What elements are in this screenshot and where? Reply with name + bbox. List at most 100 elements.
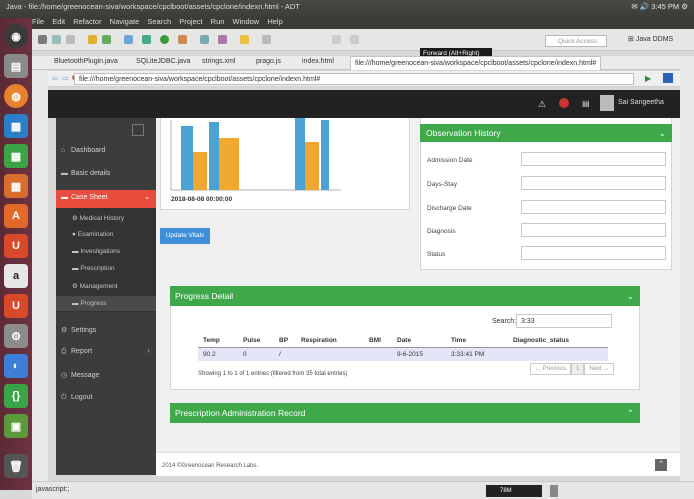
tab-sqlitejdbc[interactable]: SQLiteJDBC.java [136,58,190,65]
column-header[interactable]: BP [274,334,296,348]
tab-prago-js[interactable]: prago.js [256,58,281,65]
column-header[interactable]: Temp [198,334,238,348]
scroll-to-top-button[interactable]: ⌃ [655,459,667,471]
open-external-icon[interactable] [663,73,673,83]
avd-icon[interactable] [102,35,111,44]
progress-detail-header[interactable]: Progress Detail ⌄ [170,286,640,306]
search-input[interactable]: 3:33 [516,314,612,328]
admission-date-field[interactable] [521,152,666,166]
previous-page-button[interactable]: ← Previous [530,363,572,375]
menu-project[interactable]: Project [179,17,202,26]
tab-strings-xml[interactable]: strings.xml [202,58,235,65]
menu-search[interactable]: Search [147,17,171,26]
clock-time[interactable]: 3:45 PM [651,2,679,11]
sidebar-item-message[interactable]: ◷ Message [56,371,156,379]
user-name[interactable]: Sai Sangeetha [618,99,664,106]
diagnosis-field[interactable] [521,223,666,237]
new-icon[interactable] [38,35,47,44]
android-sdk-icon[interactable] [88,35,97,44]
ubuntu-one-music-icon[interactable]: U [4,294,28,318]
save-icon[interactable] [52,35,61,44]
status-field[interactable] [521,246,666,260]
files-icon[interactable]: ▤ [4,54,28,78]
dash-icon[interactable]: ◉ [4,24,28,48]
tab-index-html[interactable]: index.html [302,58,334,65]
external-tools-icon[interactable] [178,35,187,44]
url-input[interactable]: file:///home/greenocean-siva/workspace/c… [74,73,634,85]
column-header[interactable]: BMI [364,334,392,348]
open-type-icon[interactable] [218,35,227,44]
table-row[interactable]: 90.2 0 / 9-6-2015 3:33:41 PM [198,347,608,361]
chevron-up-icon[interactable]: ⌃ [627,403,634,423]
annotation-icon[interactable] [262,35,271,44]
garbage-collect-icon[interactable] [550,485,558,497]
menu-help[interactable]: Help [267,17,282,26]
memory-indicator[interactable]: 78M [486,485,542,497]
debug-icon[interactable] [142,35,151,44]
forward-arrow-icon[interactable]: ⇨ [62,74,69,83]
brackets-icon[interactable]: {} [4,384,28,408]
column-header[interactable]: Time [446,334,508,348]
sidebar-item-medical-history[interactable]: ⚙ Medical History [56,214,156,222]
sidebar-item-management[interactable]: ⚙ Management [56,282,156,290]
volume-icon[interactable]: 🔊 [640,2,649,11]
back-arrow-icon[interactable]: ⇦ [52,74,59,83]
menu-run[interactable]: Run [211,17,225,26]
sidebar-item-settings[interactable]: ⚙ Settings [56,326,156,334]
tab-bluetoothplugin[interactable]: BluetoothPlugin.java [54,58,118,65]
menu-window[interactable]: Window [233,17,260,26]
sidebar-item-investigations[interactable]: ▬ Investigations [56,248,156,255]
sidebar-item-report[interactable]: ⎙ Report ‹ [56,348,156,356]
next-page-button[interactable]: Next → [584,363,615,375]
forward-icon[interactable] [350,35,359,44]
column-header[interactable]: Date [392,334,446,348]
sidebar-item-basic-details[interactable]: ▬ Basic details [56,170,156,177]
go-icon[interactable]: ▶ [645,74,651,83]
menu-refactor[interactable]: Refactor [73,17,101,26]
run-icon[interactable] [160,35,169,44]
sidebar-item-prescription[interactable]: ▬ Prescription [56,265,156,272]
observation-history-header[interactable]: Observation History ⌄ [420,124,672,142]
impress-icon[interactable]: ▦ [4,174,28,198]
days-stay-field[interactable] [521,176,666,190]
amazon-icon[interactable]: a [4,264,28,288]
tab-indexn-html[interactable]: file:///home/greenocean-siva/workspace/c… [350,56,602,70]
menu-navigate[interactable]: Navigate [110,17,140,26]
notification-badge[interactable] [559,98,569,108]
avatar[interactable] [600,95,614,111]
page-1-button[interactable]: 1 [571,363,585,375]
writer-icon[interactable]: ▦ [4,114,28,138]
back-icon[interactable] [332,35,341,44]
sidebar-item-dashboard[interactable]: ⌂ Dashboard [56,147,156,154]
sidebar-item-examination[interactable]: ● Examination [56,231,156,238]
discharge-date-field[interactable] [521,200,666,214]
firefox-icon[interactable]: ◍ [4,84,28,108]
quick-access-input[interactable]: Quick Access [545,35,607,47]
calc-icon[interactable]: ▦ [4,144,28,168]
new-class-icon[interactable] [200,35,209,44]
java-perspective-button[interactable]: Java [636,36,651,43]
trash-icon[interactable]: 🗑 [4,454,28,478]
chevron-down-icon[interactable]: ⌄ [627,286,634,306]
ddms-perspective-button[interactable]: DDMS [653,36,674,43]
sidebar-toggle[interactable] [132,124,144,136]
eclipse-icon[interactable]: ◐ [4,354,28,378]
settings-icon[interactable]: ⚙ [4,324,28,348]
ubuntu-one-icon[interactable]: U [4,234,28,258]
menu-file[interactable]: File [32,17,44,26]
chevron-down-icon[interactable]: ⌄ [659,124,666,142]
software-center-icon[interactable]: A [4,204,28,228]
column-header[interactable]: Diagnostic_status [508,334,608,348]
search-icon[interactable] [240,35,249,44]
column-header[interactable]: Pulse [238,334,274,348]
sidebar-item-case-sheet[interactable]: ▬ Case Sheet ⌄ [56,190,156,208]
open-perspective-icon[interactable]: ⊞ [628,36,634,43]
lint-icon[interactable] [124,35,133,44]
menu-edit[interactable]: Edit [52,17,65,26]
print-icon[interactable] [66,35,75,44]
alert-icon[interactable]: ⚠ [538,99,546,110]
menu-icon[interactable]: ▤ [582,99,590,108]
prescription-record-header[interactable]: Prescription Administration Record ⌃ [170,403,640,423]
update-vitals-button[interactable]: Update Vitals [160,228,210,244]
sidebar-item-logout[interactable]: ⏻ Logout [56,394,156,402]
